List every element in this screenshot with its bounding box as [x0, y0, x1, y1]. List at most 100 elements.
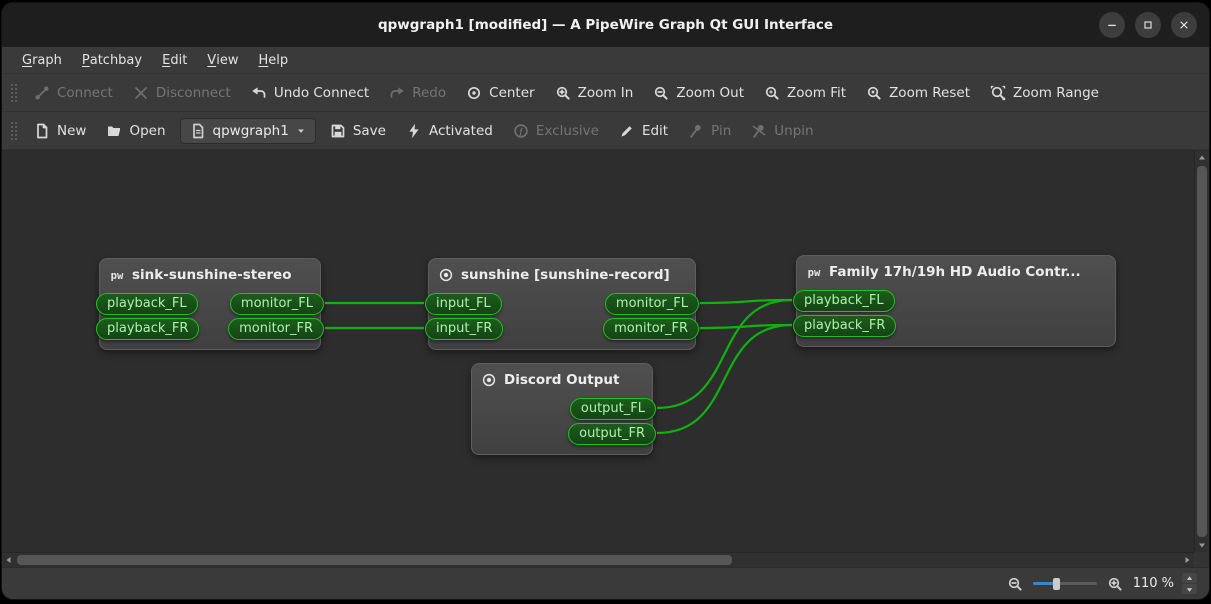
close-icon: [1178, 16, 1190, 35]
save-icon: [330, 123, 346, 139]
port-output_FR[interactable]: output_FR: [568, 423, 656, 445]
node-discord[interactable]: Discord Outputoutput_FL output_FR: [471, 363, 653, 455]
record-icon: [438, 267, 454, 283]
port-monitor_FR[interactable]: monitor_FR: [603, 318, 699, 340]
menu-graph[interactable]: Graph: [12, 47, 72, 73]
node-title: Discord Output: [472, 364, 652, 396]
zoom-out-icon: [653, 85, 669, 101]
menu-patchbay[interactable]: Patchbay: [72, 47, 152, 73]
close-button[interactable]: [1171, 12, 1197, 38]
zoom-in-icon[interactable]: [1107, 576, 1123, 592]
redo-icon: [389, 85, 405, 101]
patchbay-buttons-before: New Open: [25, 117, 175, 145]
port-monitor_FL[interactable]: monitor_FL: [230, 293, 324, 315]
toolbar-button-label: Zoom Range: [1013, 85, 1099, 101]
disconnect-icon: [133, 85, 149, 101]
toolbar-graph: Connect Disconnect Undo ConnectRedoCenter Z…: [2, 74, 1209, 112]
svg-text:f: f: [519, 126, 523, 136]
toolbar-button-label: Zoom Out: [676, 85, 744, 101]
patchbay-select-value: qpwgraph1: [213, 123, 289, 139]
toolbar-button-label: Zoom In: [578, 85, 634, 101]
toolbar-button-exclusive[interactable]: fExclusive: [504, 117, 608, 145]
toolbar-drag-handle[interactable]: [10, 82, 17, 104]
toolbar-button-connect[interactable]: Connect: [25, 79, 122, 107]
port-output_FL[interactable]: output_FL: [570, 398, 656, 420]
port-input_FL[interactable]: input_FL: [425, 293, 502, 315]
toolbar-button-zoom-in[interactable]: Zoom In: [546, 79, 643, 107]
port-playback_FR[interactable]: playback_FR: [96, 318, 199, 340]
pipewire-icon: pw: [109, 267, 125, 283]
toolbar-button-label: Disconnect: [156, 85, 231, 101]
zoom-slider-handle[interactable]: [1053, 578, 1060, 590]
port-playback_FL[interactable]: playback_FL: [96, 293, 198, 315]
vertical-scrollbar[interactable]: [1194, 151, 1209, 552]
patchbay-select[interactable]: qpwgraph1: [180, 118, 316, 144]
port-playback_FR[interactable]: playback_FR: [793, 315, 896, 337]
port-monitor_FL[interactable]: monitor_FL: [605, 293, 699, 315]
zoom-range-icon: [990, 85, 1006, 101]
port-monitor_FR[interactable]: monitor_FR: [228, 318, 324, 340]
port-input_FR[interactable]: input_FR: [425, 318, 503, 340]
menu-view[interactable]: View: [197, 47, 248, 73]
node-title: pwsink-sunshine-stereo: [100, 259, 320, 291]
zoom-slider[interactable]: [1033, 576, 1097, 592]
toolbar-button-open[interactable]: Open: [97, 117, 174, 145]
node-sink[interactable]: pwsink-sunshine-stereoplayback_FLmonitor…: [99, 258, 321, 350]
vertical-scroll-handle[interactable]: [1197, 166, 1207, 537]
toolbar-button-undo-connect[interactable]: Undo Connect: [242, 79, 378, 107]
spin-down-button[interactable]: [1182, 584, 1197, 594]
toolbar-button-zoom-range[interactable]: Zoom Range: [981, 79, 1108, 107]
svg-text:pw: pw: [111, 270, 124, 282]
record-icon: [481, 372, 497, 388]
unpin-icon: [751, 123, 767, 139]
toolbar-button-redo[interactable]: Redo: [380, 79, 455, 107]
toolbar-button-activated[interactable]: Activated: [397, 117, 502, 145]
node-family[interactable]: pwFamily 17h/19h HD Audio Contr...playba…: [796, 255, 1116, 347]
toolbar-button-label: Pin: [711, 123, 731, 139]
toolbar-button-new[interactable]: New: [25, 117, 95, 145]
titlebar[interactable]: qpwgraph1 [modified] — A PipeWire Graph …: [2, 3, 1209, 47]
horizontal-scrollbar[interactable]: [2, 552, 1194, 567]
toolbar-button-pin[interactable]: Pin: [679, 117, 740, 145]
zoom-in-icon: [555, 85, 571, 101]
toolbar-button-center[interactable]: Center: [457, 79, 543, 107]
edit-icon: [619, 123, 635, 139]
zoom-spinbox[interactable]: 110 %: [1133, 573, 1197, 594]
activated-icon: [406, 123, 422, 139]
toolbar-button-zoom-reset[interactable]: Zoom Reset: [857, 79, 979, 107]
menu-help[interactable]: Help: [248, 47, 298, 73]
maximize-button[interactable]: [1135, 12, 1161, 38]
scroll-right-icon[interactable]: [1180, 553, 1194, 567]
chevron-down-icon: [296, 126, 306, 136]
open-folder-icon: [106, 123, 122, 139]
window-controls: [1099, 12, 1197, 38]
minimize-button[interactable]: [1099, 12, 1125, 38]
graph-canvas[interactable]: pwsink-sunshine-stereoplayback_FLmonitor…: [2, 151, 1194, 552]
svg-text:pw: pw: [808, 267, 821, 279]
toolbar-button-zoom-out[interactable]: Zoom Out: [644, 79, 753, 107]
toolbar-button-edit[interactable]: Edit: [610, 117, 677, 145]
toolbar-button-save[interactable]: Save: [321, 117, 395, 145]
toolbar-button-label: Zoom Fit: [787, 85, 846, 101]
toolbar-drag-handle[interactable]: [10, 120, 17, 142]
menu-edit[interactable]: Edit: [152, 47, 197, 73]
zoom-out-icon[interactable]: [1007, 576, 1023, 592]
horizontal-scroll-handle[interactable]: [17, 555, 732, 565]
statusbar: 110 %: [2, 567, 1209, 599]
scroll-down-icon[interactable]: [1195, 538, 1209, 552]
scroll-left-icon[interactable]: [2, 553, 16, 567]
toolbar-button-zoom-fit[interactable]: Zoom Fit: [755, 79, 855, 107]
toolbar-button-unpin[interactable]: Unpin: [742, 117, 822, 145]
toolbar-button-label: Zoom Reset: [889, 85, 970, 101]
toolbar-button-disconnect[interactable]: Disconnect: [124, 79, 240, 107]
scroll-up-icon[interactable]: [1195, 151, 1209, 165]
toolbar-button-label: Unpin: [774, 123, 813, 139]
node-sunshine[interactable]: sunshine [sunshine-record]input_FLmonito…: [428, 258, 696, 350]
toolbar-button-label: Connect: [57, 85, 113, 101]
app-window: qpwgraph1 [modified] — A PipeWire Graph …: [1, 2, 1210, 600]
pin-icon: [688, 123, 704, 139]
connections-svg: [2, 151, 1194, 552]
spin-up-button[interactable]: [1182, 573, 1197, 583]
toolbar-button-label: Open: [129, 123, 165, 139]
port-playback_FL[interactable]: playback_FL: [793, 290, 895, 312]
